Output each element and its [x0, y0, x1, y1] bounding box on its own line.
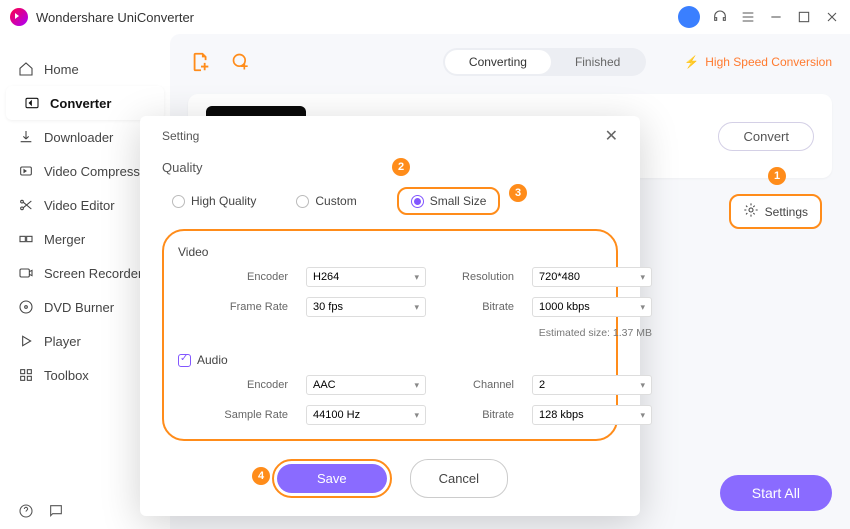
- menu-icon[interactable]: [740, 9, 756, 25]
- maximize-icon[interactable]: [796, 9, 812, 25]
- add-file-icon[interactable]: [188, 49, 214, 75]
- gear-icon: [743, 202, 759, 221]
- channel-select[interactable]: 2▾: [532, 375, 652, 395]
- app-title: Wondershare UniConverter: [36, 10, 194, 25]
- cancel-button[interactable]: Cancel: [410, 459, 508, 498]
- audio-enable-checkbox[interactable]: [178, 354, 191, 367]
- channel-label: Channel: [444, 379, 514, 391]
- settings-button[interactable]: Settings: [729, 194, 822, 229]
- radio-small-size[interactable]: Small Size: [397, 187, 501, 215]
- sidebar-item-label: Toolbox: [44, 368, 89, 383]
- tab-finished[interactable]: Finished: [551, 50, 644, 74]
- video-bitrate-select[interactable]: 1000 kbps▾: [532, 297, 652, 317]
- minimize-icon[interactable]: [768, 9, 784, 25]
- titlebar: Wondershare UniConverter: [0, 0, 850, 34]
- save-highlight: Save: [272, 459, 392, 498]
- estimated-size: Estimated size: 1.37 MB: [444, 327, 652, 339]
- start-all-button[interactable]: Start All: [720, 475, 832, 511]
- audio-encoder-label: Encoder: [208, 379, 288, 391]
- encoding-settings-box: Video Encoder H264▾ Resolution 720*480▾ …: [162, 229, 618, 441]
- home-icon: [18, 61, 34, 77]
- high-speed-label: ⚡ High Speed Conversion: [684, 55, 832, 69]
- audio-encoder-select[interactable]: AAC▾: [306, 375, 426, 395]
- radio-high-quality[interactable]: High Quality: [172, 194, 256, 208]
- video-encoder-label: Encoder: [208, 271, 288, 283]
- audio-bitrate-label: Bitrate: [444, 409, 514, 421]
- status-segment: Converting Finished: [443, 48, 646, 76]
- grid-icon: [18, 367, 34, 383]
- feedback-icon[interactable]: [48, 503, 64, 519]
- merger-icon: [18, 231, 34, 247]
- sidebar-item-label: Video Editor: [44, 198, 115, 213]
- convert-button[interactable]: Convert: [718, 122, 814, 151]
- compressor-icon: [18, 163, 34, 179]
- close-icon[interactable]: [824, 9, 840, 25]
- dialog-close-icon[interactable]: ✕: [605, 126, 618, 146]
- audio-group-label: Audio: [178, 353, 602, 367]
- video-bitrate-label: Bitrate: [444, 301, 514, 313]
- annotation-badge-3: 3: [509, 184, 527, 202]
- annotation-badge-1: 1: [768, 167, 786, 185]
- sidebar-item-label: Converter: [50, 96, 111, 111]
- save-button[interactable]: Save: [277, 464, 387, 493]
- sidebar-item-label: Merger: [44, 232, 85, 247]
- video-encoder-select[interactable]: H264▾: [306, 267, 426, 287]
- add-url-icon[interactable]: [228, 49, 254, 75]
- samplerate-select[interactable]: 44100 Hz▾: [306, 405, 426, 425]
- sidebar-item-converter[interactable]: Converter: [6, 86, 164, 120]
- framerate-label: Frame Rate: [208, 301, 288, 313]
- sidebar-item-label: Video Compressor: [44, 164, 151, 179]
- annotation-badge-4: 4: [252, 467, 270, 485]
- scissors-icon: [18, 197, 34, 213]
- recorder-icon: [18, 265, 34, 281]
- settings-dialog: Setting ✕ Quality High Quality Custom Sm…: [140, 116, 640, 516]
- quality-section-label: Quality: [162, 160, 618, 175]
- radio-custom[interactable]: Custom: [296, 194, 356, 208]
- tab-converting[interactable]: Converting: [445, 50, 551, 74]
- headset-icon[interactable]: [712, 9, 728, 25]
- sidebar-item-home[interactable]: Home: [0, 52, 170, 86]
- converter-icon: [24, 95, 40, 111]
- help-icon[interactable]: [18, 503, 34, 519]
- sidebar-item-label: Player: [44, 334, 81, 349]
- audio-bitrate-select[interactable]: 128 kbps▾: [532, 405, 652, 425]
- app-logo-icon: [10, 8, 28, 26]
- annotation-badge-2: 2: [392, 158, 410, 176]
- resolution-select[interactable]: 720*480▾: [532, 267, 652, 287]
- video-group-label: Video: [178, 245, 602, 259]
- resolution-label: Resolution: [444, 271, 514, 283]
- play-icon: [18, 333, 34, 349]
- account-avatar[interactable]: [678, 6, 700, 28]
- sidebar-item-label: Home: [44, 62, 79, 77]
- framerate-select[interactable]: 30 fps▾: [306, 297, 426, 317]
- sidebar-item-label: DVD Burner: [44, 300, 114, 315]
- disc-icon: [18, 299, 34, 315]
- sidebar-item-label: Downloader: [44, 130, 113, 145]
- bolt-icon: ⚡: [684, 55, 699, 69]
- download-icon: [18, 129, 34, 145]
- samplerate-label: Sample Rate: [208, 409, 288, 421]
- dialog-title: Setting: [162, 129, 199, 143]
- sidebar-item-label: Screen Recorder: [44, 266, 142, 281]
